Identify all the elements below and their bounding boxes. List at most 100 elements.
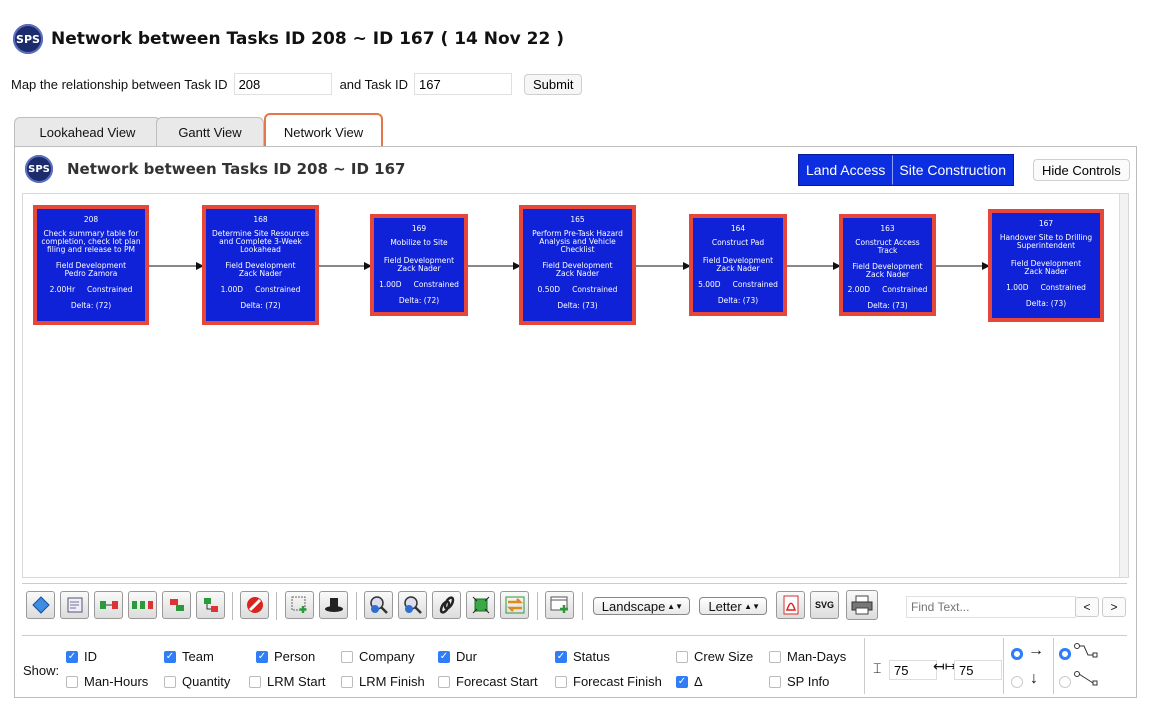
show-man-days-checkbox[interactable]: Man-Days (769, 649, 846, 664)
layout-vertical-radio[interactable] (1011, 676, 1023, 688)
show-option-label: Man-Days (787, 649, 847, 664)
arrow-right-icon: → (1028, 642, 1044, 659)
tab-lookahead-view[interactable]: Lookahead View (14, 117, 161, 146)
link-tasks-icon[interactable] (94, 591, 123, 619)
zoom-in-icon[interactable] (364, 591, 393, 619)
checkbox-unchecked (66, 675, 78, 688)
zoom-out-icon[interactable] (398, 591, 427, 619)
diamond-icon[interactable] (26, 591, 55, 619)
show-company-checkbox[interactable]: Company (341, 649, 415, 664)
node-name: Check summary table for completion, chec… (41, 228, 141, 254)
task-from-input[interactable] (233, 73, 332, 95)
connector-style-radio-1[interactable] (1059, 648, 1071, 660)
task-node-167[interactable]: 167 Handover Site to Drilling Superinten… (988, 209, 1104, 322)
straight-connector-icon (1074, 671, 1098, 686)
hide-controls-button[interactable]: Hide Controls (1033, 159, 1130, 181)
node-duration: 1.00D (379, 279, 402, 289)
show-option-label: Company (359, 649, 415, 664)
show-man-hours-checkbox[interactable]: Man-Hours (66, 674, 148, 689)
node-status: Constrained (413, 279, 459, 289)
task-to-label: and Task ID (339, 76, 408, 92)
svg-icon[interactable]: SVG (810, 591, 839, 619)
show-status-checkbox[interactable]: ✓ Status (555, 649, 610, 664)
network-canvas[interactable]: 208 Check summary table for completion, … (22, 193, 1129, 578)
show-id-checkbox[interactable]: ✓ ID (66, 649, 97, 664)
node-id: 167 (1038, 219, 1054, 228)
node-status: Constrained (732, 279, 778, 289)
node-person: Zack Nader (397, 263, 441, 273)
show-crew-size-checkbox[interactable]: Crew Size (676, 649, 753, 664)
checkbox-unchecked (769, 650, 781, 663)
unlink-icon[interactable] (162, 591, 191, 619)
horizontal-spacing-input[interactable] (954, 660, 1002, 680)
show-sp-info-checkbox[interactable]: SP Info (769, 674, 829, 689)
cancel-icon[interactable] (240, 591, 269, 619)
show-quantity-checkbox[interactable]: Quantity (164, 674, 230, 689)
node-duration: 5.00D (698, 279, 721, 289)
show-lrm-start-checkbox[interactable]: LRM Start (249, 674, 326, 689)
node-person: Pedro Zamora (64, 268, 118, 278)
hat-icon[interactable] (319, 591, 348, 619)
fit-page-icon[interactable] (466, 591, 495, 619)
node-person: Zack Nader (865, 269, 910, 279)
show-option-label: Δ (694, 674, 703, 689)
checkbox-checked: ✓ (256, 650, 268, 663)
task-node-208[interactable]: 208 Check summary table for completion, … (33, 205, 149, 325)
find-next-button[interactable]: > (1102, 597, 1126, 617)
node-name: Perform Pre-Task Hazard Analysis and Veh… (532, 228, 623, 254)
node-id: 169 (411, 224, 427, 233)
submit-button[interactable]: Submit (523, 73, 583, 95)
node-status: Constrained (572, 284, 618, 294)
task-node-164[interactable]: 164 Construct Pad Field Development Zack… (689, 214, 787, 316)
checkbox-unchecked (341, 675, 353, 688)
pdf-icon[interactable] (776, 591, 805, 619)
find-prev-button[interactable]: < (1075, 597, 1099, 617)
vertical-spacing-input[interactable] (889, 660, 937, 680)
node-name: Handover Site to Drilling Superintendent (999, 232, 1093, 250)
show-option-label: Dur (456, 649, 477, 664)
show-dur-checkbox[interactable]: ✓ Dur (438, 649, 477, 664)
vertical-spacing-icon: ⌶ (873, 660, 882, 676)
link-chain-icon[interactable] (128, 591, 157, 619)
node-name: Construct Pad (711, 237, 765, 247)
chain-icon[interactable] (432, 591, 461, 619)
node-status: Constrained (882, 285, 928, 295)
print-icon[interactable] (846, 590, 878, 620)
reorder-icon[interactable] (196, 591, 225, 619)
node-status: Constrained (1040, 282, 1086, 292)
edit-form-icon[interactable] (60, 591, 89, 619)
panel-header: SPS Network between Tasks ID 208 ~ ID 16… (25, 155, 405, 183)
show-lrm-finish-checkbox[interactable]: LRM Finish (341, 674, 425, 689)
show-team-checkbox[interactable]: ✓ Team (164, 649, 214, 664)
show-delta-checkbox[interactable]: ✓ Δ (676, 674, 703, 689)
map-relationship-form: Map the relationship between Task ID and… (11, 73, 583, 95)
task-node-169[interactable]: 169 Mobilize to Site Field Development Z… (370, 214, 468, 316)
task-node-165[interactable]: 165 Perform Pre-Task Hazard Analysis and… (519, 205, 636, 325)
task-node-163[interactable]: 163 Construct Access Track Field Develop… (839, 214, 936, 316)
paper-size-select[interactable]: Letter ▲▼ (699, 597, 767, 615)
layout-horizontal-radio[interactable] (1011, 648, 1023, 660)
zoom-fit-add-icon[interactable] (285, 591, 314, 619)
add-frame-icon[interactable] (545, 591, 574, 619)
legend-site-construction[interactable]: Site Construction (892, 155, 1013, 185)
tab-gantt-view[interactable]: Gantt View (156, 117, 264, 146)
elbow-connector-icon (1074, 643, 1098, 658)
checkbox-checked: ✓ (164, 650, 176, 663)
connector-style-radio-2[interactable] (1059, 676, 1071, 688)
show-options: Show: ✓ ID ✓ Team ✓ Person Company ✓ Dur ✓ St… (22, 635, 1127, 696)
select-arrows-icon: ▲▼ (667, 601, 683, 611)
task-to-input[interactable] (413, 73, 512, 95)
find-text-input[interactable] (906, 596, 1076, 618)
vertical-scrollbar[interactable] (1119, 194, 1128, 577)
checkbox-checked: ✓ (676, 675, 688, 688)
show-forecast-finish-checkbox[interactable]: Forecast Finish (555, 674, 662, 689)
legend-land-access[interactable]: Land Access (799, 155, 893, 185)
node-id: 164 (730, 224, 746, 233)
show-forecast-start-checkbox[interactable]: Forecast Start (438, 674, 538, 689)
refresh-icon[interactable] (500, 591, 529, 619)
show-person-checkbox[interactable]: ✓ Person (256, 649, 315, 664)
orientation-select[interactable]: Landscape ▲▼ (593, 597, 690, 615)
node-status: Constrained (255, 284, 301, 294)
panel-title: Network between Tasks ID 208 ~ ID 167 (67, 160, 406, 178)
task-node-168[interactable]: 168 Determine Site Resources and Complet… (202, 205, 319, 325)
